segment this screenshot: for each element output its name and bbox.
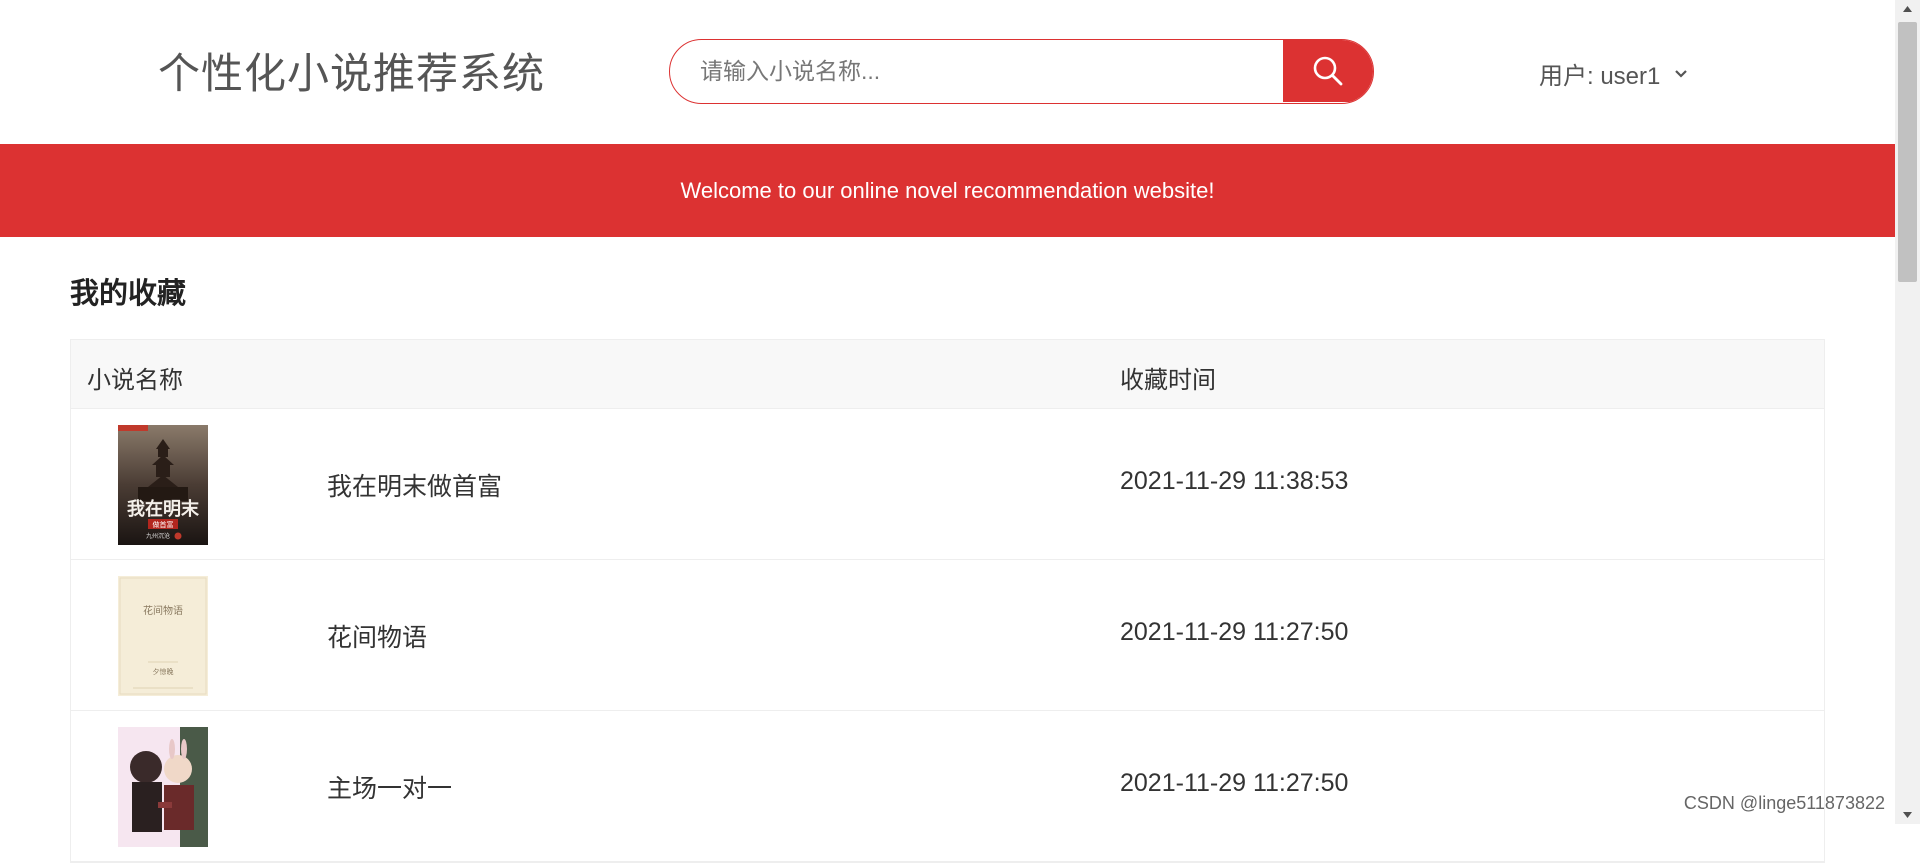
- table-row[interactable]: 花间物语 夕惊晚 花间物语 2021-11-29 11:27:50: [71, 560, 1824, 711]
- cover-subtitle: 做首富: [153, 520, 174, 529]
- favorite-time: 2021-11-29 11:27:50: [1120, 769, 1349, 797]
- cover-author: 夕惊晚: [153, 667, 174, 676]
- search-box: [669, 39, 1374, 104]
- column-header-time: 收藏时间: [1120, 367, 1216, 394]
- search-icon: [1313, 56, 1343, 86]
- book-cover[interactable]: [118, 727, 208, 847]
- novel-title[interactable]: 我在明末做首富: [327, 467, 502, 503]
- watermark: CSDN @linge511873822: [1683, 793, 1885, 813]
- header: 个性化小说推荐系统 用户: user1: [0, 0, 1895, 144]
- scroll-up-arrow[interactable]: [1895, 0, 1920, 20]
- novel-title[interactable]: 花间物语: [327, 618, 427, 654]
- scroll-thumb[interactable]: [1898, 22, 1917, 282]
- vertical-scrollbar[interactable]: [1895, 0, 1920, 824]
- book-cover[interactable]: 我在明末 做首富 九州沉沧: [118, 425, 208, 545]
- novel-title[interactable]: 主场一对一: [327, 769, 452, 805]
- user-menu[interactable]: 用户: user1: [1539, 56, 1688, 91]
- book-cover[interactable]: 花间物语 夕惊晚: [118, 576, 208, 696]
- table-row[interactable]: 我在明末 做首富 九州沉沧 我在明末做首富 2021-11-29 11:38:5…: [71, 409, 1824, 560]
- welcome-banner: Welcome to our online novel recommendati…: [0, 144, 1895, 237]
- table-header: 小说名称 收藏时间: [71, 340, 1824, 409]
- cover-author: 九州沉沧: [146, 532, 170, 540]
- cover-title: 我在明末: [127, 498, 200, 520]
- table-row[interactable]: 主场一对一 2021-11-29 11:27:50: [71, 711, 1824, 862]
- favorite-time: 2021-11-29 11:38:53: [1120, 467, 1349, 495]
- favorite-time: 2021-11-29 11:27:50: [1120, 618, 1349, 646]
- chevron-down-icon: [1674, 69, 1688, 79]
- search-input[interactable]: [670, 40, 1285, 102]
- banner-text: Welcome to our online novel recommendati…: [680, 177, 1215, 203]
- user-label: 用户: user1: [1539, 63, 1661, 90]
- scroll-down-arrow[interactable]: [1895, 804, 1920, 824]
- site-title[interactable]: 个性化小说推荐系统: [158, 40, 545, 101]
- cover-title: 花间物语: [143, 604, 183, 617]
- favorites-table: 小说名称 收藏时间 我在明末 做首富 九州沉沧 我在明末做首富 2021-11-…: [70, 339, 1825, 863]
- column-header-name: 小说名称: [87, 367, 183, 394]
- section-title: 我的收藏: [70, 278, 187, 310]
- search-button[interactable]: [1283, 40, 1373, 102]
